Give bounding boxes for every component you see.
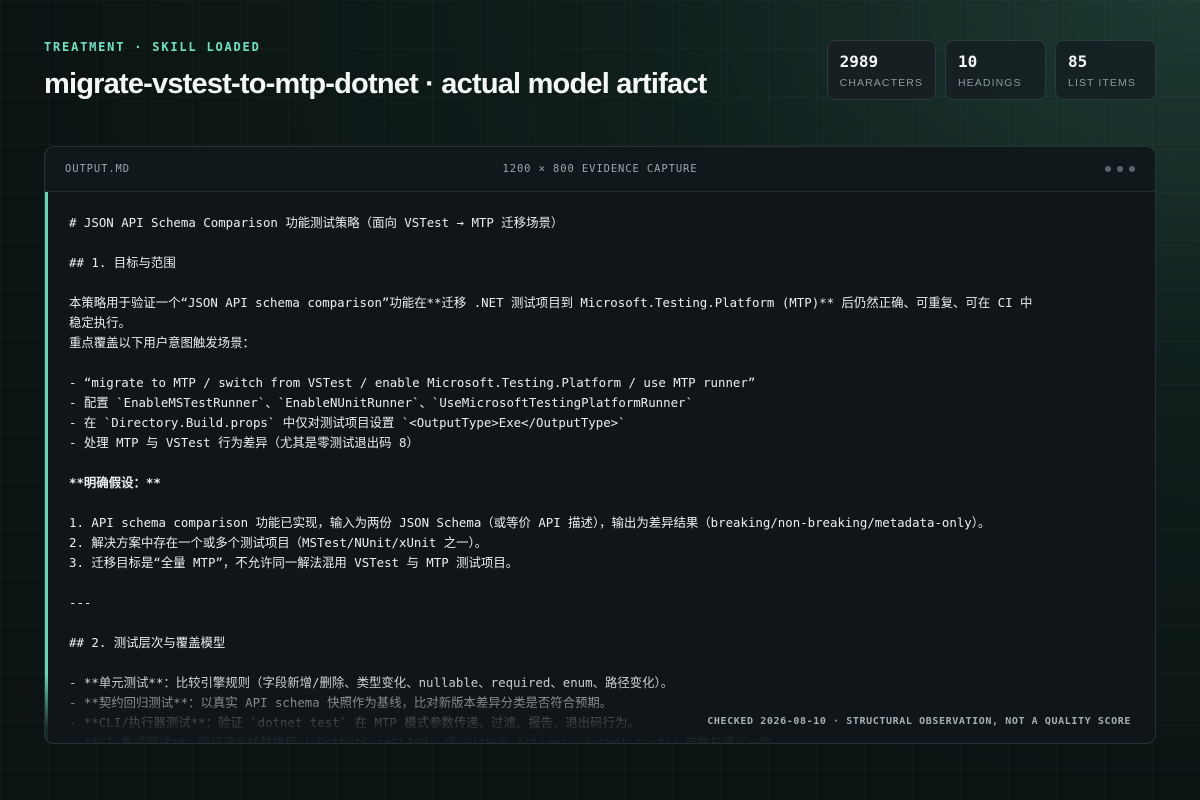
content-line: - “migrate to MTP / switch from VSTest /… xyxy=(69,375,756,390)
content-line: 本策略用于验证一个“JSON API schema comparison”功能在… xyxy=(69,295,1033,310)
markdown-content: # JSON API Schema Comparison 功能测试策略（面向 V… xyxy=(69,213,1135,743)
dot-icon xyxy=(1129,166,1135,172)
stats-group: 2989 CHARACTERS 10 HEADINGS 85 LIST ITEM… xyxy=(826,40,1156,100)
content-line: - **CI 集成测试**：验证流水线替换后（`DotNetCoreCLI@2`… xyxy=(69,735,785,743)
content-line: 重点覆盖以下用户意图触发场景： xyxy=(69,335,255,350)
stat-list-items: 85 LIST ITEMS xyxy=(1055,40,1156,100)
stat-value: 10 xyxy=(958,52,978,71)
dot-icon xyxy=(1117,166,1123,172)
content-line xyxy=(69,573,1135,593)
stat-value: 2989 xyxy=(839,52,879,71)
content-line: 3. 迁移目标是“全量 MTP”，不允许同一解法混用 VSTest 与 MTP … xyxy=(69,555,519,570)
content-line xyxy=(69,653,1135,673)
content-line xyxy=(69,233,1135,253)
stat-label: HEADINGS xyxy=(958,77,1022,89)
stat-label: LIST ITEMS xyxy=(1068,77,1136,89)
stat-characters: 2989 CHARACTERS xyxy=(826,40,936,100)
content-line: - **单元测试**：比较引擎规则（字段新增/删除、类型变化、nullable、… xyxy=(69,675,674,690)
stat-label: CHARACTERS xyxy=(839,77,923,89)
content-line: 2. 解决方案中存在一个或多个测试项目（MSTest/NUnit/xUnit 之… xyxy=(69,535,488,550)
content-line: - **契约回归测试**：以真实 API schema 快照作为基线，比对新版本… xyxy=(69,695,613,710)
content-line: ## 1. 目标与范围 xyxy=(69,255,176,270)
content-line: ## 2. 测试层次与覆盖模型 xyxy=(69,635,226,650)
content-line xyxy=(69,353,1135,373)
footer-note: CHECKED 2026-08-10 · STRUCTURAL OBSERVAT… xyxy=(707,716,1131,727)
content-line: - 配置 `EnableMSTestRunner`、`EnableNUnitRu… xyxy=(69,395,693,410)
content-line xyxy=(69,493,1135,513)
page-title: migrate-vstest-to-mtp-dotnet · actual mo… xyxy=(44,68,707,100)
stat-headings: 10 HEADINGS xyxy=(945,40,1046,100)
panel-accent-bar xyxy=(45,147,48,743)
panel-header: OUTPUT.MD 1200 × 800 EVIDENCE CAPTURE xyxy=(45,147,1155,192)
output-panel: OUTPUT.MD 1200 × 800 EVIDENCE CAPTURE # … xyxy=(44,146,1156,744)
content-line: - 在 `Directory.Build.props` 中仅对测试项目设置 `<… xyxy=(69,415,626,430)
content-line xyxy=(69,613,1135,633)
stat-value: 85 xyxy=(1068,52,1088,71)
content-line: 稳定执行。 xyxy=(69,315,131,330)
dot-icon xyxy=(1105,166,1111,172)
content-line: # JSON API Schema Comparison 功能测试策略（面向 V… xyxy=(69,215,564,230)
content-line xyxy=(69,453,1135,473)
content-line: --- xyxy=(69,595,92,610)
content-line: 1. API schema comparison 功能已实现，输入为两份 JSO… xyxy=(69,515,991,530)
content-line: **明确假设：** xyxy=(69,475,161,490)
panel-caption: 1200 × 800 EVIDENCE CAPTURE xyxy=(502,163,698,175)
content-line xyxy=(69,273,1135,293)
treatment-label: TREATMENT · SKILL LOADED xyxy=(44,40,261,54)
content-line: - 处理 MTP 与 VSTest 行为差异（尤其是零测试退出码 8） xyxy=(69,435,419,450)
window-dots-icon xyxy=(1105,166,1135,172)
